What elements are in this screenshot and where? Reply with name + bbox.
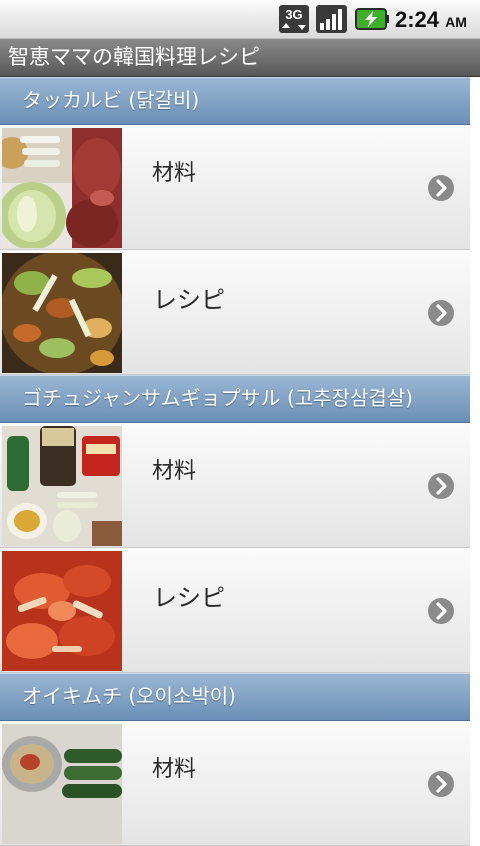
row-label: レシピ (153, 286, 225, 314)
samgyeopsal-recipe-photo (2, 551, 122, 671)
list-item-samgyeopsal-recipe[interactable]: レシピ (0, 548, 470, 673)
row-label: 材料 (152, 757, 197, 782)
list-item-oi-kimchi-ingredients[interactable]: 材料 (0, 721, 470, 846)
chevron-right-circle-icon (428, 300, 454, 326)
battery-charging-icon (355, 8, 389, 30)
app-title: 智恵ママの韓国料理レシピ (8, 45, 260, 69)
section-header-oi-kimchi: オイキムチ (오이소박이) (0, 673, 470, 721)
status-bar: 3G 2:24 AM (0, 0, 480, 39)
section-header-dakgalbi: タッカルビ (닭갈비) (0, 77, 470, 125)
scroll-track (470, 77, 480, 800)
chevron-right-circle-icon (428, 473, 454, 499)
clock-ampm: AM (445, 14, 467, 30)
section-header-gochujang-samgyeopsal: ゴチュジャンサムギョプサル (고추장삼겹살) (0, 375, 470, 423)
svg-text:3G: 3G (285, 7, 302, 22)
chevron-right-circle-icon (428, 771, 454, 797)
dakgalbi-recipe-photo (2, 253, 122, 373)
row-label: 材料 (152, 459, 197, 484)
status-time: 2:24 AM (395, 6, 467, 34)
row-label: 材料 (152, 161, 197, 186)
3g-data-icon: 3G (279, 5, 309, 33)
row-label: レシピ (153, 584, 225, 612)
samgyeopsal-ingredients-photo (2, 426, 122, 546)
list-item-dakgalbi-ingredients[interactable]: 材料 (0, 125, 470, 250)
chevron-right-circle-icon (428, 598, 454, 624)
list-item-dakgalbi-recipe[interactable]: レシピ (0, 250, 470, 375)
recipe-list[interactable]: タッカルビ (닭갈비) 材料 レシピ ゴチュジャンサムギョプサル (고추장삼겹살… (0, 77, 470, 846)
list-item-samgyeopsal-ingredients[interactable]: 材料 (0, 423, 470, 548)
oi-kimchi-ingredients-photo (2, 724, 122, 844)
app-title-bar: 智恵ママの韓国料理レシピ (0, 39, 480, 77)
clock-time: 2:24 (395, 7, 440, 32)
dakgalbi-ingredients-photo (2, 128, 122, 248)
chevron-right-circle-icon (428, 175, 454, 201)
signal-strength-icon (316, 5, 347, 33)
